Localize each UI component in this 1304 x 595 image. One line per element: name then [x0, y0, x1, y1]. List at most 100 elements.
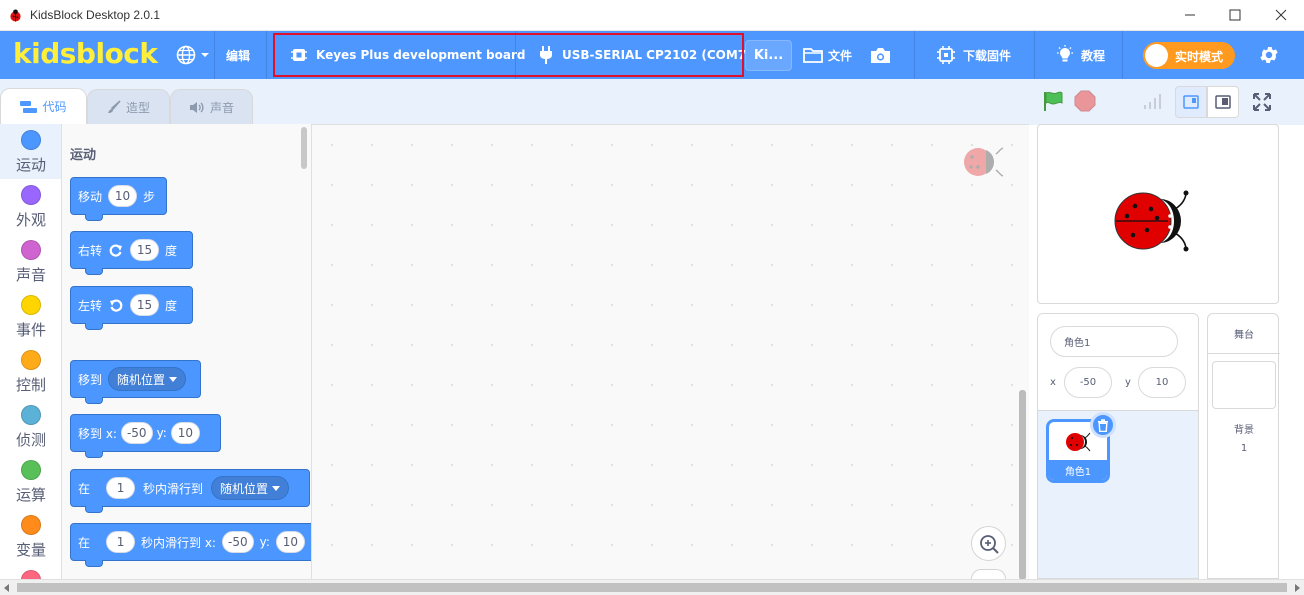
sprite-y-field[interactable]: 10	[1138, 367, 1186, 398]
block-goto-xy[interactable]: 移到 x: -50 y: 10	[70, 414, 221, 458]
block-number-input[interactable]: 15	[130, 294, 160, 316]
category-looks[interactable]: 外观	[0, 179, 61, 234]
rotate-right-icon	[109, 244, 123, 257]
tab-costumes[interactable]: 造型	[87, 89, 170, 124]
category-operators[interactable]: 运算	[0, 454, 61, 509]
category-color-dot	[21, 240, 41, 260]
code-workspace[interactable]	[312, 124, 1029, 579]
window-horizontal-scrollbar[interactable]	[0, 579, 1304, 595]
zoom-out-button[interactable]	[971, 569, 1006, 579]
small-stage-button[interactable]	[1175, 86, 1207, 118]
app-window: KidsBlock Desktop 2.0.1 kidsblock 编辑 Key…	[0, 0, 1304, 595]
scrollbar-thumb[interactable]	[17, 583, 1287, 592]
scroll-left-icon[interactable]	[3, 584, 11, 592]
settings-button[interactable]	[1258, 31, 1280, 79]
maximize-button[interactable]	[1220, 4, 1250, 26]
tab-sounds[interactable]: 声音	[170, 89, 253, 124]
fullscreen-icon	[1253, 93, 1271, 111]
block-turn-right[interactable]: 右转 15 度	[70, 231, 193, 275]
trash-icon	[1098, 418, 1108, 432]
block-notch	[85, 560, 103, 567]
kit-button[interactable]: Ki...	[745, 40, 792, 71]
large-stage-button[interactable]	[1207, 86, 1239, 118]
block-text: 度	[165, 243, 178, 258]
category-color-dot	[21, 405, 41, 425]
category-control[interactable]: 控制	[0, 344, 61, 399]
realtime-mode-label: 实时模式	[1175, 50, 1224, 64]
category-events[interactable]: 事件	[0, 289, 61, 344]
stage-selector[interactable]: 舞台 背景 1	[1207, 313, 1280, 579]
delete-sprite-button[interactable]	[1090, 412, 1116, 438]
file-menu-label: 文件	[828, 48, 853, 63]
stage-canvas[interactable]	[1037, 124, 1279, 304]
block-text: y:	[156, 426, 167, 440]
stop-button[interactable]	[1074, 90, 1096, 112]
goto-target-dropdown[interactable]: 随机位置	[108, 367, 187, 391]
menu-divider	[1122, 31, 1123, 79]
block-seconds-input[interactable]: 1	[106, 531, 136, 553]
category-variables[interactable]: 变量	[0, 509, 61, 564]
category-color-dot	[21, 515, 41, 535]
category-color-dot	[21, 460, 41, 480]
block-turn-left[interactable]: 左转 15 度	[70, 286, 193, 330]
category-sensing[interactable]: 侦测	[0, 399, 61, 454]
category-motion[interactable]: 运动	[0, 124, 61, 179]
screenshot-button[interactable]	[870, 31, 891, 79]
block-glide-to[interactable]: 在 1 秒内滑行到 随机位置	[70, 469, 310, 513]
workspace-scrollbar[interactable]	[1019, 390, 1026, 580]
caret-down-icon	[272, 485, 281, 491]
block-y-input[interactable]: 10	[170, 422, 200, 444]
firmware-chip-icon	[937, 46, 955, 64]
realtime-mode-toggle[interactable]: 实时模式	[1143, 42, 1235, 69]
minimize-button[interactable]	[1175, 4, 1205, 26]
category-sound[interactable]: 声音	[0, 234, 61, 289]
block-move-steps[interactable]: 移动 10 步	[70, 177, 167, 221]
tab-code-label: 代码	[42, 100, 67, 114]
kidsblock-logo[interactable]: kidsblock	[13, 37, 158, 70]
block-notch	[85, 397, 103, 404]
language-menu[interactable]	[176, 31, 210, 79]
scroll-right-icon[interactable]	[1293, 584, 1301, 592]
ladybug-sprite[interactable]	[1113, 188, 1203, 254]
glide-target-dropdown[interactable]: 随机位置	[211, 476, 290, 500]
close-button[interactable]	[1266, 4, 1296, 26]
block-goto[interactable]: 移到 随机位置	[70, 360, 201, 404]
block-x-input[interactable]: -50	[221, 531, 254, 553]
green-flag-button[interactable]	[1041, 89, 1065, 113]
menu-divider	[1034, 31, 1035, 79]
block-notch	[85, 506, 103, 513]
block-x-input[interactable]: -50	[120, 422, 153, 444]
zoom-in-button[interactable]	[971, 526, 1006, 561]
category-label: 运动	[15, 156, 46, 174]
signal-indicator	[1142, 92, 1162, 110]
block-number-input[interactable]: 10	[108, 185, 138, 207]
edit-menu[interactable]: 编辑	[226, 31, 250, 79]
block-glide-xy[interactable]: 在 1 秒内滑行到 x: -50 y: 10	[70, 523, 311, 567]
block-text: 移到	[78, 372, 103, 387]
block-text: 秒内滑行到 x:	[141, 535, 216, 550]
large-stage-icon	[1215, 95, 1231, 109]
backdrop-label: 背景	[1234, 425, 1254, 436]
block-text: y:	[259, 535, 270, 549]
category-color-dot	[21, 295, 41, 315]
block-y-input[interactable]: 10	[275, 531, 305, 553]
block-seconds-input[interactable]: 1	[106, 477, 136, 499]
block-notch	[85, 451, 103, 458]
block-text: 在	[78, 481, 91, 496]
signal-bars-icon	[1144, 94, 1161, 109]
download-firmware-button[interactable]: 下载固件	[936, 31, 1011, 79]
lightbulb-icon	[1057, 45, 1073, 62]
block-notch	[85, 268, 103, 275]
fullscreen-button[interactable]	[1250, 90, 1274, 114]
gear-icon	[1260, 47, 1278, 63]
category-more[interactable]	[0, 564, 61, 579]
tutorial-button[interactable]: 教程	[1056, 31, 1105, 79]
palette-scrollbar[interactable]	[301, 127, 307, 169]
stage-thumbnail[interactable]	[1212, 361, 1276, 409]
sprite-name-field[interactable]: 角色1	[1050, 326, 1178, 357]
folder-icon	[803, 48, 823, 63]
tab-code[interactable]: 代码	[0, 88, 87, 124]
sprite-x-field[interactable]: -50	[1064, 367, 1112, 398]
file-menu[interactable]: 文件	[803, 31, 852, 79]
block-number-input[interactable]: 15	[130, 239, 160, 261]
